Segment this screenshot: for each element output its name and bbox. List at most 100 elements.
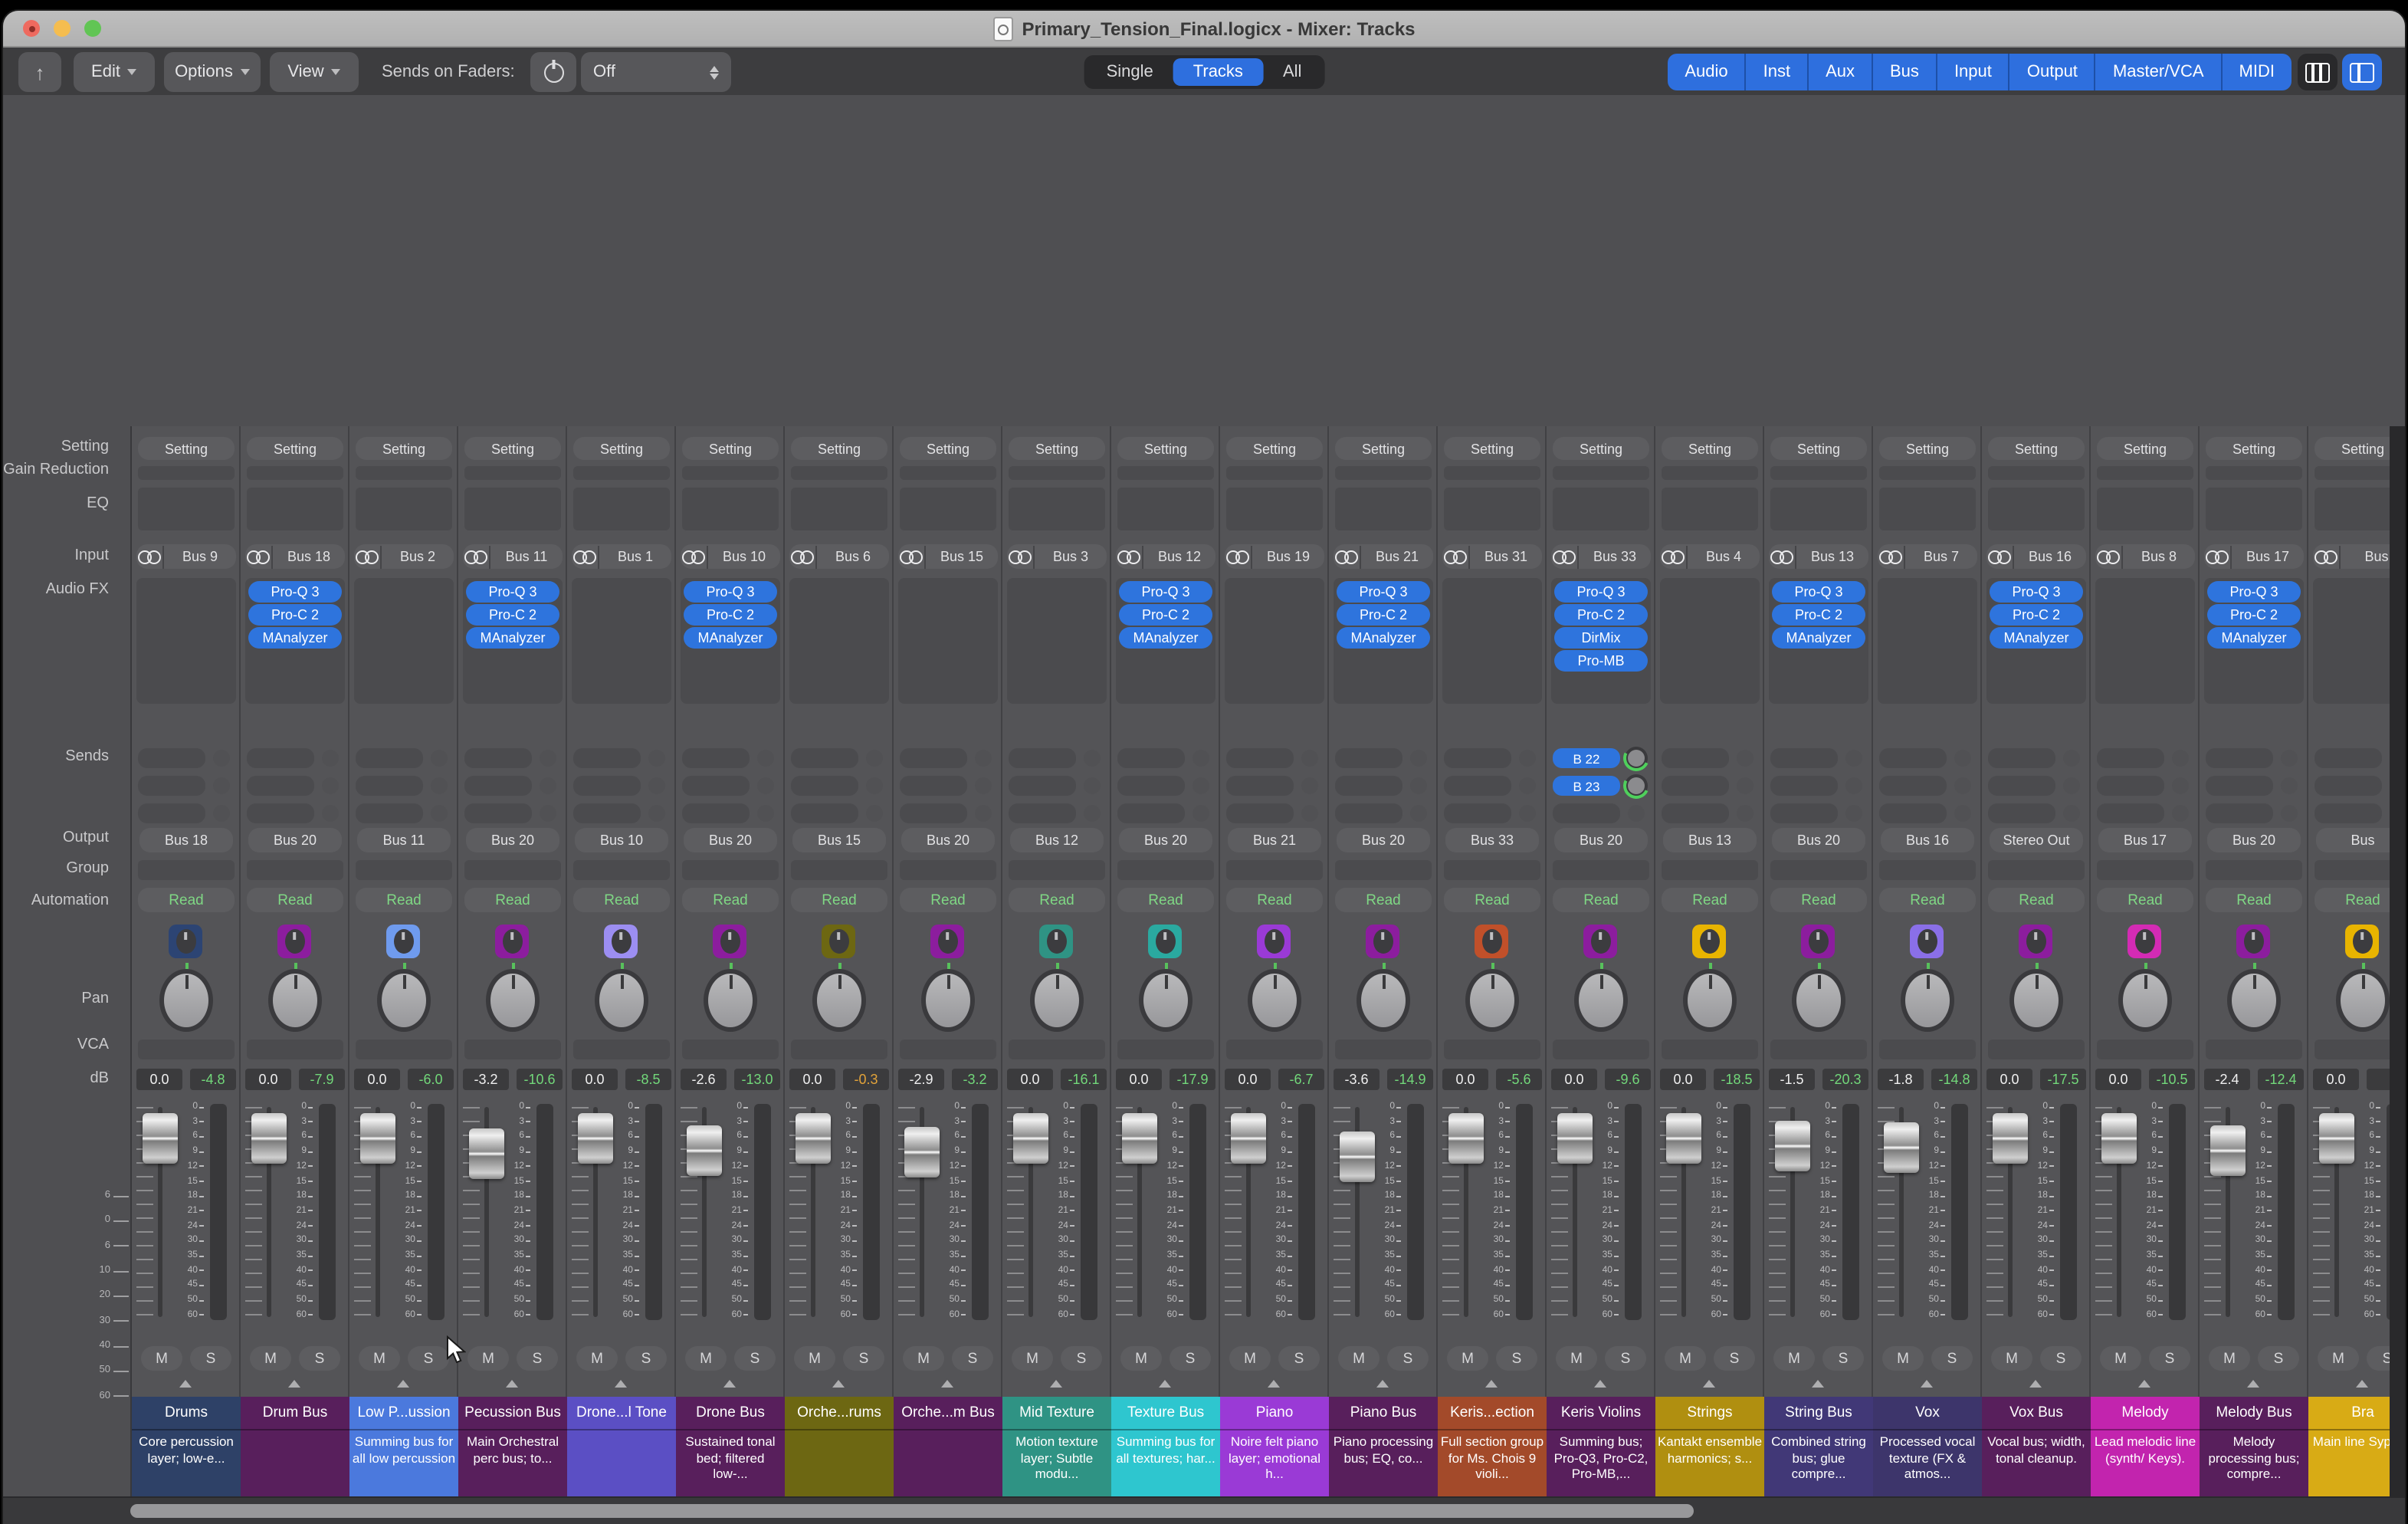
send-level-knob[interactable] — [1084, 777, 1101, 794]
fader-cap[interactable] — [1448, 1113, 1484, 1164]
channel-output-selector[interactable]: Bus 33 — [1445, 828, 1539, 852]
volume-db-value[interactable]: 0.0 — [2313, 1069, 2359, 1090]
pan-knob[interactable] — [1465, 969, 1519, 1032]
channel-setting-button[interactable]: Setting — [682, 437, 779, 460]
vca-slot[interactable] — [1988, 1040, 2085, 1059]
mute-button[interactable]: M — [1012, 1346, 1053, 1371]
eq-display[interactable] — [1879, 488, 1976, 530]
sends-section[interactable] — [2097, 741, 2193, 823]
automation-mode-button[interactable]: Read — [356, 888, 452, 912]
audio-fx-slots[interactable]: Pro-Q 3Pro-C 2MAnalyzer — [1769, 578, 1868, 704]
peak-level-value[interactable]: -14.9 — [1387, 1069, 1433, 1090]
vca-slot[interactable] — [1553, 1040, 1649, 1059]
mute-button[interactable]: M — [1120, 1346, 1162, 1371]
send-level-knob[interactable] — [540, 777, 556, 794]
audio-fx-slots[interactable] — [1442, 578, 1542, 704]
audio-fx-slots[interactable]: Pro-Q 3Pro-C 2MAnalyzer — [681, 578, 780, 704]
input-bus-label[interactable]: Bus 1 — [598, 545, 671, 568]
fader-cap[interactable] — [2319, 1113, 2354, 1164]
title-bar[interactable]: Primary_Tension_Final.logicx - Mixer: Tr… — [3, 11, 2405, 48]
fx-plugin-chip[interactable]: Pro-C 2 — [1554, 604, 1648, 626]
volume-db-value[interactable]: 0.0 — [1660, 1069, 1706, 1090]
send-level-knob[interactable] — [322, 777, 339, 794]
input-bus-label[interactable]: Bus 21 — [1360, 545, 1433, 568]
automation-mode-button[interactable]: Read — [1009, 888, 1105, 912]
fx-plugin-chip[interactable]: Pro-Q 3 — [466, 581, 559, 603]
fader-cap[interactable] — [1775, 1121, 1810, 1171]
channel-input-selector[interactable]: Bus 12 — [1116, 544, 1215, 569]
track-note[interactable]: Summing bus for all textures; har... — [1111, 1430, 1220, 1496]
stereo-format-icon[interactable] — [245, 550, 271, 563]
vca-slot[interactable] — [1879, 1040, 1976, 1059]
filter-button-midi[interactable]: MIDI — [2223, 54, 2292, 90]
fader-cap[interactable] — [469, 1128, 504, 1179]
solo-button[interactable]: S — [625, 1346, 667, 1371]
send-level-knob[interactable] — [1628, 750, 1645, 767]
send-level-knob[interactable] — [431, 805, 448, 822]
narrow-view-button[interactable] — [2298, 54, 2337, 90]
sends-section[interactable] — [2206, 741, 2302, 823]
channel-output-selector[interactable]: Bus 10 — [575, 828, 668, 852]
send-slot[interactable] — [1879, 803, 1947, 823]
pan-knob[interactable] — [812, 969, 866, 1032]
send-slot[interactable] — [2097, 776, 2164, 796]
send-level-knob[interactable] — [2063, 777, 2080, 794]
send-level-knob[interactable] — [322, 750, 339, 767]
channel-output-selector[interactable]: Bus 17 — [2098, 828, 2192, 852]
solo-button[interactable]: S — [952, 1346, 993, 1371]
audio-fx-slots[interactable] — [898, 578, 998, 704]
close-button[interactable] — [23, 20, 40, 37]
automation-mode-button[interactable]: Read — [464, 888, 561, 912]
fader-cap[interactable] — [687, 1126, 722, 1177]
channel-output-selector[interactable]: Bus 20 — [684, 828, 777, 852]
send-slot[interactable] — [2315, 803, 2382, 823]
strip-disclosure-chevron[interactable] — [1268, 1380, 1280, 1388]
send-slot[interactable] — [1009, 803, 1076, 823]
send-level-knob[interactable] — [1954, 777, 1971, 794]
channel-setting-button[interactable]: Setting — [1770, 437, 1867, 460]
channel-output-selector[interactable]: Bus 20 — [1772, 828, 1865, 852]
solo-button[interactable]: S — [1714, 1346, 1755, 1371]
send-slot[interactable] — [464, 748, 532, 768]
volume-db-value[interactable]: -2.4 — [2204, 1069, 2250, 1090]
volume-db-value[interactable]: 0.0 — [572, 1069, 618, 1090]
volume-db-value[interactable]: -3.2 — [463, 1069, 509, 1090]
input-bus-label[interactable]: Bus 10 — [707, 545, 780, 568]
channel-input-selector[interactable]: Bus 11 — [463, 544, 563, 569]
vca-slot[interactable] — [1335, 1040, 1432, 1059]
input-bus-label[interactable]: Bus 7 — [1904, 545, 1977, 568]
automation-mode-button[interactable]: Read — [1879, 888, 1976, 912]
send-slot[interactable] — [464, 776, 532, 796]
sends-on-faders-power-button[interactable] — [530, 52, 576, 92]
peak-level-value[interactable]: -20.3 — [1822, 1069, 1868, 1090]
send-slot[interactable] — [247, 776, 314, 796]
input-bus-label[interactable]: Bus 15 — [924, 545, 998, 568]
eq-display[interactable] — [2097, 488, 2193, 530]
sends-section[interactable] — [356, 741, 452, 823]
volume-db-value[interactable]: 0.0 — [1551, 1069, 1597, 1090]
fx-plugin-chip[interactable]: Pro-Q 3 — [684, 581, 777, 603]
fx-plugin-chip[interactable]: MAnalyzer — [684, 627, 777, 649]
track-note[interactable]: Lead melodic line (synth/ Keys). — [2091, 1430, 2200, 1496]
track-icon[interactable] — [930, 925, 964, 958]
channel-setting-button[interactable]: Setting — [1444, 437, 1540, 460]
fx-plugin-chip[interactable]: Pro-Q 3 — [248, 581, 342, 603]
vca-slot[interactable] — [900, 1040, 996, 1059]
track-icon[interactable] — [386, 925, 420, 958]
vertical-scrollbar[interactable] — [2390, 426, 2405, 1496]
peak-level-value[interactable]: -17.5 — [2040, 1069, 2086, 1090]
eq-display[interactable] — [1988, 488, 2085, 530]
solo-button[interactable]: S — [2040, 1346, 2082, 1371]
stereo-format-icon[interactable] — [2095, 550, 2121, 563]
pan-knob[interactable] — [2009, 969, 2063, 1032]
audio-fx-slots[interactable]: Pro-Q 3Pro-C 2MAnalyzer — [463, 578, 563, 704]
send-slot[interactable] — [1335, 803, 1402, 823]
send-level-knob[interactable] — [757, 777, 774, 794]
track-note[interactable]: Sustained tonal bed; filtered low-... — [676, 1430, 785, 1496]
track-note[interactable]: Summing bus; Pro-Q3, Pro-C2, Pro-MB,... — [1547, 1430, 1655, 1496]
track-icon[interactable] — [169, 925, 202, 958]
channel-output-selector[interactable]: Bus 20 — [2207, 828, 2301, 852]
vca-slot[interactable] — [2206, 1040, 2302, 1059]
stereo-format-icon[interactable] — [136, 550, 162, 563]
peak-level-value[interactable]: -18.5 — [1714, 1069, 1760, 1090]
